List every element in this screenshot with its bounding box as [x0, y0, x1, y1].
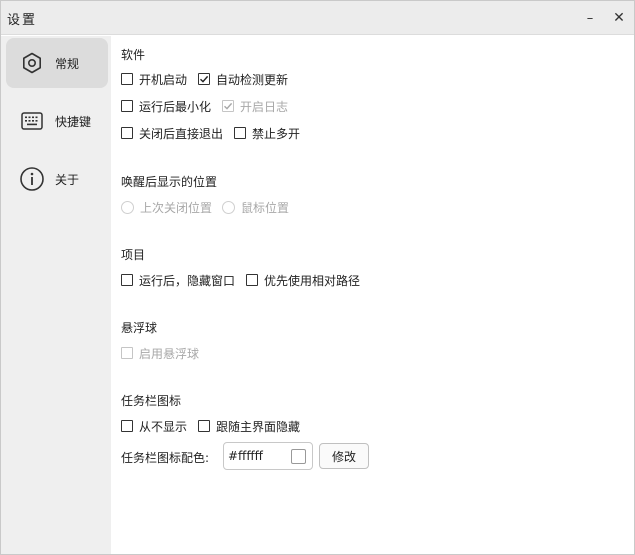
window-title: 设置	[7, 13, 38, 28]
radio-label: 鼠标位置	[241, 200, 290, 215]
settings-window: 设置 – ✕ 常规 快捷键 关于 软件 开机启动 自动检测更新 运行后最小化 开…	[0, 0, 635, 555]
checkbox-box[interactable]	[121, 73, 133, 85]
checkbox-box[interactable]	[246, 274, 258, 286]
section-title-tray-icon: 任务栏图标	[121, 394, 182, 408]
title-bar[interactable]: 设置 – ✕	[1, 1, 634, 35]
check-icon	[200, 75, 209, 83]
sidebar-item-general[interactable]: 常规	[6, 38, 108, 88]
settings-content: 软件 开机启动 自动检测更新 运行后最小化 开启日志 关闭后直接退出 禁止多开 …	[111, 36, 634, 554]
sidebar-item-about[interactable]: 关于	[6, 154, 108, 204]
tray-icon-color-field[interactable]: #ffffff	[223, 442, 313, 470]
checkbox-auto-update[interactable]: 自动检测更新	[198, 71, 288, 87]
info-icon	[19, 166, 45, 192]
checkbox-label: 跟随主界面隐藏	[216, 419, 301, 434]
section-title-wake-position: 唤醒后显示的位置	[121, 175, 218, 189]
tray-icon-color-label: 任务栏图标配色:	[121, 451, 210, 465]
checkbox-label: 自动检测更新	[216, 72, 289, 87]
gear-icon	[19, 50, 45, 76]
sidebar-item-label: 常规	[55, 56, 80, 71]
section-title-software: 软件	[121, 48, 146, 62]
checkbox-autostart[interactable]: 开机启动	[121, 71, 187, 87]
checkbox-box	[222, 100, 234, 112]
checkbox-enable-log: 开启日志	[222, 98, 288, 114]
checkbox-box	[121, 347, 133, 359]
color-swatch[interactable]	[291, 449, 306, 464]
checkbox-label: 关闭后直接退出	[139, 126, 224, 141]
checkbox-label: 启用悬浮球	[139, 346, 200, 361]
color-value: #ffffff	[228, 449, 263, 463]
checkbox-exit-on-close[interactable]: 关闭后直接退出	[121, 125, 223, 141]
sidebar-item-label: 关于	[55, 172, 80, 187]
checkbox-box[interactable]	[121, 100, 133, 112]
radio-last-position: 上次关闭位置	[121, 199, 212, 215]
minimize-button[interactable]: –	[578, 7, 602, 29]
checkbox-box[interactable]	[121, 420, 133, 432]
checkbox-follow-main-hide[interactable]: 跟随主界面隐藏	[198, 418, 300, 434]
checkbox-label: 从不显示	[139, 419, 188, 434]
check-icon	[224, 102, 233, 110]
close-button[interactable]: ✕	[607, 7, 631, 29]
checkbox-relative-path[interactable]: 优先使用相对路径	[246, 272, 360, 288]
radio-button	[222, 200, 235, 214]
radio-button	[121, 200, 134, 214]
checkbox-minimize-after-run[interactable]: 运行后最小化	[121, 98, 211, 114]
section-title-project: 项目	[121, 248, 146, 262]
checkbox-label: 运行后最小化	[139, 99, 212, 114]
section-title-floating-ball: 悬浮球	[121, 321, 158, 335]
checkbox-box[interactable]	[234, 127, 246, 139]
radio-mouse-position: 鼠标位置	[222, 199, 289, 215]
checkbox-label: 禁止多开	[252, 126, 301, 141]
sidebar-item-label: 快捷键	[55, 114, 92, 129]
checkbox-label: 运行后，隐藏窗口	[139, 273, 236, 288]
radio-label: 上次关闭位置	[140, 200, 213, 215]
sidebar-item-shortcuts[interactable]: 快捷键	[6, 96, 108, 146]
sidebar: 常规 快捷键 关于	[1, 36, 111, 554]
checkbox-box[interactable]	[121, 274, 133, 286]
checkbox-box[interactable]	[198, 73, 210, 85]
checkbox-label: 开机启动	[139, 72, 188, 87]
checkbox-label: 开启日志	[240, 99, 289, 114]
checkbox-box[interactable]	[198, 420, 210, 432]
checkbox-box[interactable]	[121, 127, 133, 139]
checkbox-never-show[interactable]: 从不显示	[121, 418, 187, 434]
keyboard-icon	[19, 108, 45, 134]
checkbox-label: 优先使用相对路径	[264, 273, 361, 288]
checkbox-enable-floating-ball: 启用悬浮球	[121, 345, 199, 361]
checkbox-single-instance[interactable]: 禁止多开	[234, 125, 300, 141]
modify-color-button[interactable]: 修改	[319, 443, 369, 469]
checkbox-hide-after-run[interactable]: 运行后，隐藏窗口	[121, 272, 235, 288]
